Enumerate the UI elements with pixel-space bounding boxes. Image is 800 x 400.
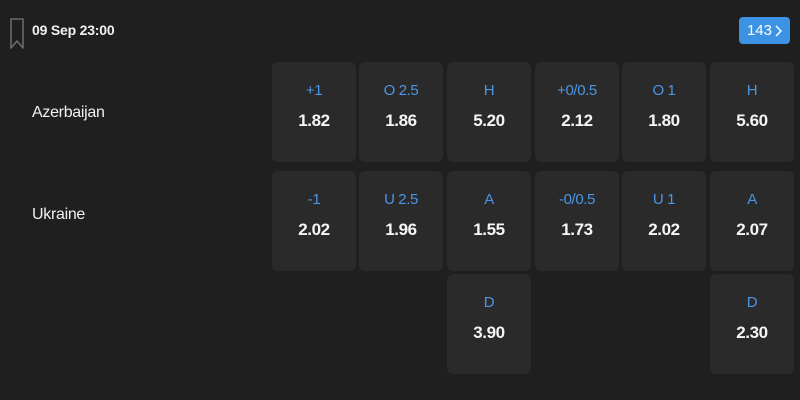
- odds-cell-home-handicap[interactable]: +1 1.82: [272, 62, 356, 162]
- odds-cell-home-total[interactable]: O 2.5 1.86: [359, 62, 443, 162]
- odds-cell-draw-ht-1x2[interactable]: D 2.30: [710, 274, 794, 374]
- odds-cell-value: 1.55: [473, 220, 505, 239]
- odds-cell-away-ht-total[interactable]: U 1 2.02: [622, 171, 706, 271]
- odds-cell-label: +1: [305, 82, 323, 99]
- odds-cell-away-1x2[interactable]: A 1.55: [447, 171, 531, 271]
- odds-cell-label: -0/0.5: [559, 191, 595, 208]
- odds-cell-label: O 1: [652, 82, 676, 99]
- match-odds-panel: 09 Sep 23:00 143 Azerbaijan Ukraine +1 1…: [0, 0, 800, 400]
- away-team-name: Ukraine: [32, 206, 86, 223]
- markets-count: 143: [746, 22, 772, 39]
- more-markets-button[interactable]: 143: [738, 17, 790, 44]
- odds-cell-away-ht-handicap[interactable]: -0/0.5 1.73: [535, 171, 619, 271]
- odds-cell-value: 1.86: [385, 111, 417, 130]
- odds-cell-home-1x2[interactable]: H 5.20: [447, 62, 531, 162]
- odds-cell-value: 2.02: [648, 220, 680, 239]
- odds-cell-home-ht-1x2[interactable]: H 5.60: [710, 62, 794, 162]
- chevron-right-icon: [775, 24, 782, 37]
- odds-cell-value: 2.07: [736, 220, 768, 239]
- odds-cell-value: 1.80: [648, 111, 680, 130]
- odds-cell-label: H: [746, 82, 758, 99]
- odds-cell-label: +0/0.5: [557, 82, 597, 99]
- odds-cell-value: 1.82: [298, 111, 330, 130]
- odds-cell-home-ht-total[interactable]: O 1 1.80: [622, 62, 706, 162]
- odds-cell-value: 3.90: [473, 323, 505, 342]
- odds-cell-value: 5.60: [736, 111, 768, 130]
- bookmark-icon[interactable]: [10, 18, 24, 50]
- home-team-name: Azerbaijan: [32, 104, 105, 121]
- odds-cell-label: H: [483, 82, 495, 99]
- odds-cell-label: A: [747, 191, 757, 208]
- odds-cell-label: U 1: [652, 191, 676, 208]
- odds-cell-value: 1.96: [385, 220, 417, 239]
- odds-cell-away-total[interactable]: U 2.5 1.96: [359, 171, 443, 271]
- odds-cell-label: -1: [307, 191, 321, 208]
- odds-cell-value: 1.73: [561, 220, 593, 239]
- odds-cell-draw-1x2[interactable]: D 3.90: [447, 274, 531, 374]
- match-datetime: 09 Sep 23:00: [32, 22, 115, 38]
- odds-cell-label: O 2.5: [383, 82, 419, 99]
- odds-cell-label: A: [484, 191, 494, 208]
- odds-cell-away-ht-1x2[interactable]: A 2.07: [710, 171, 794, 271]
- odds-cell-label: D: [483, 294, 495, 311]
- odds-cell-home-ht-handicap[interactable]: +0/0.5 2.12: [535, 62, 619, 162]
- odds-cell-value: 2.30: [736, 323, 768, 342]
- odds-cell-value: 5.20: [473, 111, 505, 130]
- odds-cell-value: 2.12: [561, 111, 593, 130]
- odds-cell-value: 2.02: [298, 220, 330, 239]
- odds-cell-away-handicap[interactable]: -1 2.02: [272, 171, 356, 271]
- odds-cell-label: D: [746, 294, 758, 311]
- odds-cell-label: U 2.5: [384, 191, 418, 208]
